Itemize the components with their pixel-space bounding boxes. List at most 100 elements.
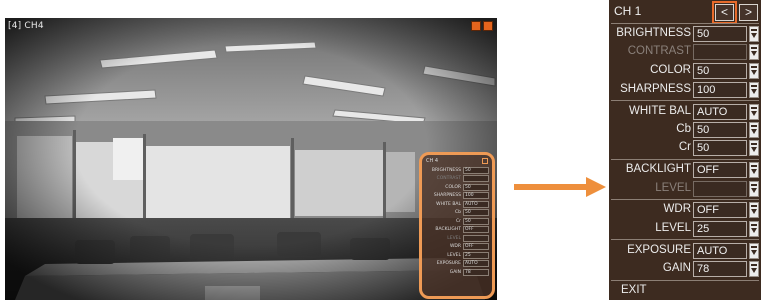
mini-row: LEVEL [422,234,492,243]
divider [611,100,759,101]
record-icon [471,21,481,31]
mini-row-label: CONTRAST [436,176,461,182]
backlight-level-row: LEVEL [609,181,761,199]
mini-row-label: WHITE BAL [436,201,461,207]
wdr-label: WDR [663,203,691,215]
mini-row-value: 25 [463,251,489,259]
brightness-row: BRIGHTNESS 50 [609,26,761,44]
channel-label: [4] CH4 [8,21,44,31]
mini-row: EXPOSURE AUTO [422,260,492,269]
mini-row-label: LEVEL [447,252,461,258]
mini-row-label: WDR [449,244,461,250]
sharpness-field[interactable]: 100 [693,82,747,98]
white-bal-field[interactable]: AUTO [693,104,747,120]
mini-row-value: 50 [463,166,489,174]
wdr-level-row: LEVEL 25 [609,221,761,239]
wdr-level-field[interactable]: 25 [693,221,747,237]
cb-row: Cb 50 [609,122,761,140]
mini-row-label: COLOR [445,184,461,190]
backlight-field[interactable]: OFF [693,162,747,178]
prev-channel-button[interactable]: < [712,1,737,24]
backlight-label: BACKLIGHT [625,163,691,175]
cb-label: Cb [676,123,691,135]
exposure-dropdown-icon[interactable] [749,243,759,259]
wdr-level-dropdown-icon[interactable] [749,221,759,237]
camera-status-icons [471,21,493,31]
wdr-row: WDR OFF [609,202,761,220]
mini-row-label: Cr [456,218,461,224]
mini-row-value: 100 [463,192,489,200]
exposure-row: EXPOSURE AUTO [609,243,761,261]
osd-menu-panel: CH 1 < > BRIGHTNESS 50 CONTRAST COLOR 50… [609,0,761,300]
gain-label: GAIN [662,262,691,274]
mini-osd-menu: CH 4 BRIGHTNESS 50 CONTRAST COLOR 50 SHARP… [419,152,495,299]
cr-dropdown-icon[interactable] [749,140,759,156]
brightness-field[interactable]: 50 [693,26,747,42]
brightness-dropdown-icon[interactable] [749,26,759,42]
backlight-dropdown-icon[interactable] [749,162,759,178]
sharpness-label: SHARPNESS [620,83,691,95]
wdr-level-label: LEVEL [655,222,691,234]
sharpness-row: SHARPNESS 100 [609,82,761,100]
next-channel-button[interactable]: > [739,4,758,21]
divider [611,239,759,240]
mini-row-label: EXPOSURE [436,261,461,267]
divider [611,280,759,281]
color-row: COLOR 50 [609,63,761,81]
white-bal-label: WHITE BAL [629,105,691,117]
cr-field[interactable]: 50 [693,140,747,156]
mini-row-label: SHARPNESS [433,193,461,199]
mini-row-label: LEVEL [447,235,461,241]
mini-row-value: 78 [463,268,489,276]
mini-row-label: GAIN [449,269,461,275]
mini-row: COLOR 50 [422,183,492,192]
gain-dropdown-icon[interactable] [749,261,759,277]
camera-status-icon [483,21,493,31]
backlight-row: BACKLIGHT OFF [609,162,761,180]
cr-label: Cr [678,141,691,153]
mini-row-value: OFF [463,226,489,234]
mini-row: BRIGHTNESS 50 [422,166,492,175]
mini-row-value: 50 [463,209,489,217]
mini-row-value [463,175,489,183]
mini-row: SHARPNESS 100 [422,192,492,201]
gain-field[interactable]: 78 [693,261,747,277]
divider [611,199,759,200]
brightness-label: BRIGHTNESS [616,27,691,39]
mini-row: LEVEL 25 [422,251,492,260]
cb-dropdown-icon[interactable] [749,122,759,138]
wdr-dropdown-icon[interactable] [749,202,759,218]
color-field[interactable]: 50 [693,63,747,79]
gain-row: GAIN 78 [609,261,761,279]
exposure-label: EXPOSURE [627,244,691,256]
mini-row-value: AUTO [463,260,489,268]
backlight-level-label: LEVEL [655,182,691,194]
mini-row: GAIN 78 [422,268,492,277]
backlight-level-field [693,181,747,197]
exit-button[interactable]: EXIT [621,284,647,296]
wdr-field[interactable]: OFF [693,202,747,218]
mini-row-value: AUTO [463,200,489,208]
mini-row: WHITE BAL AUTO [422,200,492,209]
mini-row: BACKLIGHT OFF [422,226,492,235]
cr-row: Cr 50 [609,140,761,158]
backlight-level-dropdown-icon [749,181,759,197]
mini-row: CONTRAST [422,175,492,184]
color-dropdown-icon[interactable] [749,63,759,79]
contrast-dropdown-icon [749,44,759,60]
mini-nav-icon [482,158,488,164]
white-bal-dropdown-icon[interactable] [749,104,759,120]
mini-row-label: BACKLIGHT [435,227,461,233]
mini-row: Cr 50 [422,217,492,226]
mini-row-label: BRIGHTNESS [431,167,461,173]
mini-row-value: 50 [463,217,489,225]
mini-row-label: Cb [455,210,461,216]
camera-view: [4] CH4 CH 4 BRIGHTNESS 50 CONTRAST COLOR… [5,18,497,300]
contrast-row: CONTRAST [609,44,761,62]
mini-row: Cb 50 [422,209,492,218]
color-label: COLOR [650,64,691,76]
mini-row-value [463,234,489,242]
cb-field[interactable]: 50 [693,122,747,138]
exposure-field[interactable]: AUTO [693,243,747,259]
sharpness-dropdown-icon[interactable] [749,82,759,98]
